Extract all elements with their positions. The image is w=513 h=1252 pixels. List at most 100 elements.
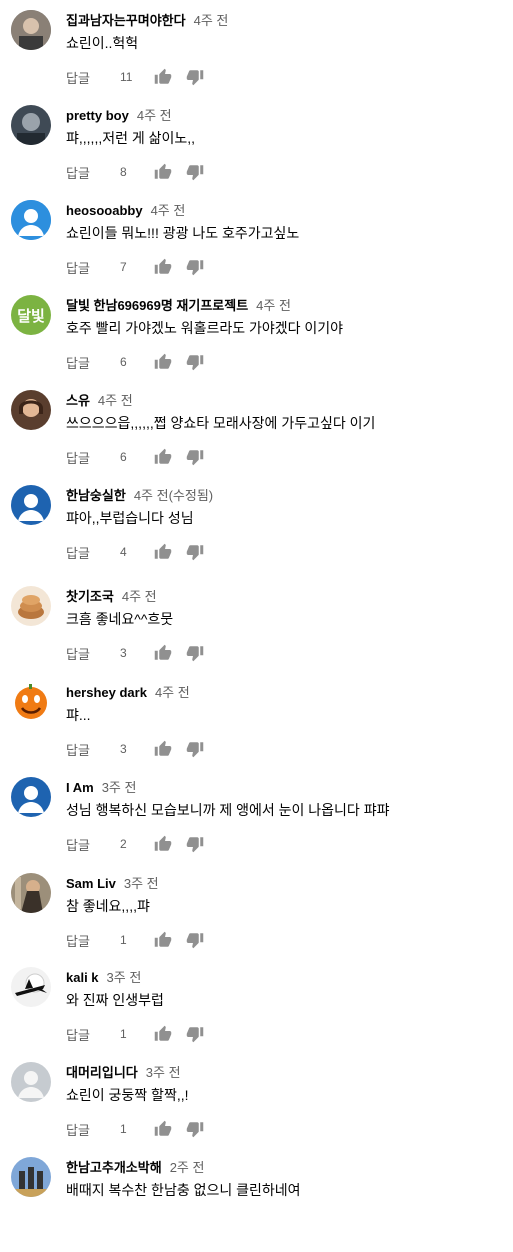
author-name[interactable]: 한남고추개소박해 <box>66 1160 162 1175</box>
comment-header: I Am 3주 전 <box>66 779 136 796</box>
author-name[interactable]: Sam Liv <box>66 876 116 891</box>
comment-time[interactable]: 3주 전 <box>124 876 159 891</box>
comment-text: 퍄,,,,,,저런 게 삶이노,, <box>66 130 196 146</box>
comment-time[interactable]: 4주 전 <box>256 298 291 313</box>
like-count: 1 <box>120 933 127 947</box>
comment-actions: 답글 3 <box>66 739 204 759</box>
thumb-up-icon[interactable] <box>154 543 172 561</box>
author-name[interactable]: 찻기조국 <box>66 589 114 604</box>
comment-time[interactable]: 4주 전 <box>194 13 229 28</box>
author-name[interactable]: pretty boy <box>66 108 129 123</box>
comment-actions: 답글 1 <box>66 1119 204 1139</box>
comment-time[interactable]: 4주 전 <box>98 393 133 408</box>
thumb-down-icon[interactable] <box>186 448 204 466</box>
author-name[interactable]: 스유 <box>66 393 90 408</box>
thumb-down-icon[interactable] <box>186 931 204 949</box>
reply-button[interactable]: 답글 <box>66 448 120 467</box>
avatar[interactable] <box>11 200 51 240</box>
avatar[interactable]: 달빛 <box>11 295 51 335</box>
comment: kali k 3주 전 와 진짜 인생부럽 답글 1 <box>0 967 513 1062</box>
avatar-photo <box>11 10 51 50</box>
thumb-up-icon[interactable] <box>154 68 172 86</box>
comment-actions: 답글 8 <box>66 162 204 182</box>
thumb-down-icon[interactable] <box>186 835 204 853</box>
thumb-down-icon[interactable] <box>186 644 204 662</box>
reply-button[interactable]: 답글 <box>66 543 120 562</box>
reply-button[interactable]: 답글 <box>66 163 120 182</box>
comment-time[interactable]: 3주 전 <box>107 970 142 985</box>
comment-actions: 답글 6 <box>66 352 204 372</box>
thumb-down-icon[interactable] <box>186 740 204 758</box>
comment-text: 쇼린이 궁둥짝 할짝,,! <box>66 1087 189 1103</box>
thumb-up-icon[interactable] <box>154 163 172 181</box>
thumb-up-icon[interactable] <box>154 644 172 662</box>
comment: 달빛 달빛 한남696969명 재기프로젝트 4주 전 호주 빨리 가야겠노 워홀… <box>0 295 513 390</box>
thumb-up-icon[interactable] <box>154 1025 172 1043</box>
thumb-down-icon[interactable] <box>186 68 204 86</box>
comment-text: 쇼린이..헉헉 <box>66 35 139 51</box>
avatar[interactable] <box>11 1062 51 1102</box>
avatar[interactable] <box>11 10 51 50</box>
avatar[interactable] <box>11 390 51 430</box>
thumb-up-icon[interactable] <box>154 258 172 276</box>
author-name[interactable]: I Am <box>66 780 94 795</box>
comment-time[interactable]: 4주 전 <box>137 108 172 123</box>
thumb-up-icon[interactable] <box>154 353 172 371</box>
avatar[interactable] <box>11 777 51 817</box>
author-name[interactable]: 대머리입니다 <box>66 1065 138 1080</box>
avatar[interactable] <box>11 967 51 1007</box>
comment: hershey dark 4주 전 퍄... 답글 3 <box>0 682 513 777</box>
reply-button[interactable]: 답글 <box>66 1025 120 1044</box>
avatar[interactable] <box>11 873 51 913</box>
thumb-up-icon[interactable] <box>154 740 172 758</box>
thumb-up-icon[interactable] <box>154 931 172 949</box>
reply-button[interactable]: 답글 <box>66 740 120 759</box>
avatar[interactable] <box>11 682 51 722</box>
thumb-up-icon[interactable] <box>154 1120 172 1138</box>
comment-actions: 답글 2 <box>66 834 204 854</box>
comment-time[interactable]: 2주 전 <box>170 1160 205 1175</box>
author-name[interactable]: 집과남자는꾸며야한다 <box>66 13 186 28</box>
avatar-photo <box>11 1157 51 1197</box>
like-count: 1 <box>120 1027 127 1041</box>
comment-time[interactable]: 4주 전 <box>151 203 186 218</box>
reply-button[interactable]: 답글 <box>66 258 120 277</box>
thumb-down-icon[interactable] <box>186 1025 204 1043</box>
author-name[interactable]: kali k <box>66 970 99 985</box>
thumb-down-icon[interactable] <box>186 353 204 371</box>
reply-button[interactable]: 답글 <box>66 644 120 663</box>
like-count: 8 <box>120 165 127 179</box>
thumb-up-icon[interactable] <box>154 835 172 853</box>
comment: I Am 3주 전 성님 행복하신 모습보니까 제 앵에서 눈이 나옵니다 퍄퍄 … <box>0 777 513 872</box>
comment-text: 성님 행복하신 모습보니까 제 앵에서 눈이 나옵니다 퍄퍄 <box>66 802 390 818</box>
thumb-down-icon[interactable] <box>186 543 204 561</box>
author-name[interactable]: heosooabby <box>66 203 143 218</box>
comment-time[interactable]: 3주 전 <box>102 780 137 795</box>
reply-button[interactable]: 답글 <box>66 353 120 372</box>
avatar[interactable] <box>11 1157 51 1197</box>
avatar-photo <box>11 682 51 722</box>
comment-header: kali k 3주 전 <box>66 969 141 986</box>
comment-time[interactable]: 3주 전 <box>146 1065 181 1080</box>
comment-time[interactable]: 4주 전(수정됨) <box>134 488 213 503</box>
thumb-down-icon[interactable] <box>186 258 204 276</box>
avatar[interactable] <box>11 105 51 145</box>
reply-button[interactable]: 답글 <box>66 931 120 950</box>
comment-actions: 답글 3 <box>66 643 204 663</box>
author-name[interactable]: 한남숭실한 <box>66 488 126 503</box>
comment-text: 크흠 좋네요^^흐뭇 <box>66 611 174 627</box>
author-name[interactable]: hershey dark <box>66 685 147 700</box>
comment-text: 쇼린이들 뭐노!!! 광광 나도 호주가고싶노 <box>66 225 300 241</box>
reply-button[interactable]: 답글 <box>66 1120 120 1139</box>
comment-time[interactable]: 4주 전 <box>155 685 190 700</box>
thumb-down-icon[interactable] <box>186 163 204 181</box>
avatar[interactable] <box>11 485 51 525</box>
comment-time[interactable]: 4주 전 <box>122 589 157 604</box>
comment-header: 대머리입니다 3주 전 <box>66 1064 181 1081</box>
thumb-up-icon[interactable] <box>154 448 172 466</box>
reply-button[interactable]: 답글 <box>66 68 120 87</box>
avatar[interactable] <box>11 586 51 626</box>
author-name[interactable]: 달빛 한남696969명 재기프로젝트 <box>66 298 248 313</box>
thumb-down-icon[interactable] <box>186 1120 204 1138</box>
reply-button[interactable]: 답글 <box>66 835 120 854</box>
